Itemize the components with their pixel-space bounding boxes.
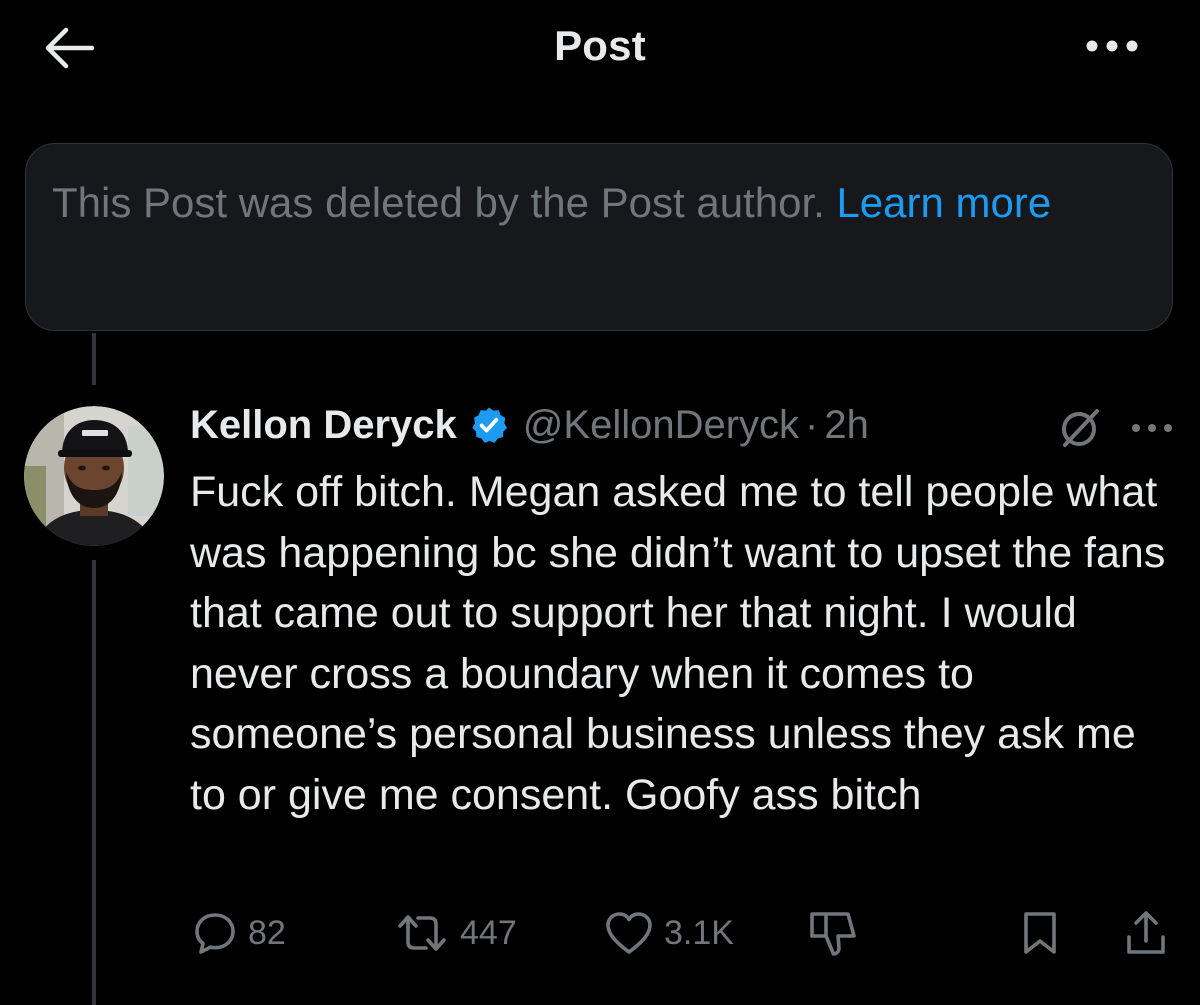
reply-button[interactable]: 82 xyxy=(192,908,286,958)
bookmark-icon xyxy=(1024,912,1056,954)
heart-icon xyxy=(606,912,652,954)
author-name[interactable]: Kellon Deryck xyxy=(190,403,457,448)
avatar[interactable] xyxy=(24,406,164,546)
more-horizontal-icon xyxy=(1132,424,1172,432)
separator-dot: · xyxy=(805,402,819,447)
share-icon xyxy=(1127,911,1165,954)
deleted-post-notice xyxy=(25,143,1173,331)
more-options-button[interactable] xyxy=(1076,24,1148,68)
reply-count: 82 xyxy=(248,913,286,952)
post-time[interactable]: 2h xyxy=(824,403,869,448)
thread-connector-line-lower xyxy=(92,560,96,1005)
reply-bubble-icon xyxy=(195,913,235,954)
repost-button[interactable]: 447 xyxy=(394,908,517,958)
grok-button[interactable] xyxy=(1055,405,1105,451)
thumbs-down-icon xyxy=(810,912,856,956)
reply-header: Kellon Deryck @KellonDeryck · 2h xyxy=(190,400,869,450)
more-horizontal-icon xyxy=(1086,40,1138,52)
grok-icon xyxy=(1062,409,1099,447)
learn-more-link[interactable]: Learn more xyxy=(836,179,1051,226)
bookmark-button[interactable] xyxy=(1020,908,1060,958)
page-title: Post xyxy=(554,22,646,69)
verified-badge-icon[interactable] xyxy=(469,405,509,445)
repost-count: 447 xyxy=(460,913,517,952)
like-button[interactable]: 3.1K xyxy=(604,908,734,958)
share-button[interactable] xyxy=(1124,908,1168,958)
like-count: 3.1K xyxy=(664,913,734,952)
author-handle[interactable]: @KellonDeryck xyxy=(523,403,799,448)
avatar-image xyxy=(24,406,164,546)
dislike-button[interactable] xyxy=(806,908,860,958)
thread-connector-line xyxy=(92,333,96,385)
deleted-notice-text: This Post was deleted by the Post author… xyxy=(52,174,1112,232)
reply-text: Fuck off bitch. Megan asked me to tell p… xyxy=(190,468,1166,819)
reply-more-options-button[interactable] xyxy=(1126,406,1178,450)
deleted-notice-message: This Post was deleted by the Post author… xyxy=(52,179,825,226)
repost-icon xyxy=(398,915,446,951)
